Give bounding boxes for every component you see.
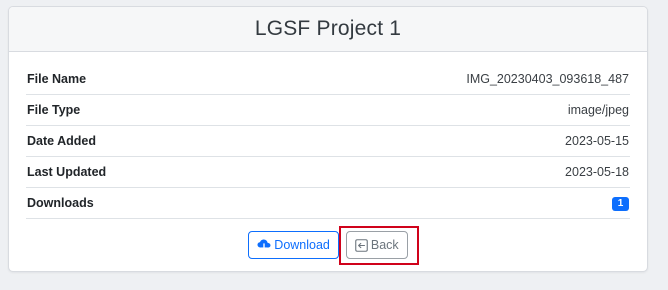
file-type-value: image/jpeg bbox=[225, 94, 630, 126]
card-header: LGSF Project 1 bbox=[9, 7, 647, 52]
downloads-value-cell: 1 bbox=[225, 187, 630, 219]
action-bar: Download Back bbox=[26, 231, 630, 259]
file-name-label: File Name bbox=[26, 64, 226, 95]
date-added-row: Date Added 2023-05-15 bbox=[26, 125, 630, 157]
page-title: LGSF Project 1 bbox=[254, 17, 402, 40]
date-added-value: 2023-05-15 bbox=[225, 125, 630, 157]
downloads-label: Downloads bbox=[26, 187, 226, 219]
file-type-label: File Type bbox=[26, 94, 226, 126]
file-name-row: File Name IMG_20230403_093618_487 bbox=[26, 64, 630, 95]
cloud-download-icon bbox=[257, 239, 271, 251]
file-details-card: LGSF Project 1 File Name IMG_20230403_09… bbox=[8, 6, 648, 272]
last-updated-value: 2023-05-18 bbox=[225, 156, 630, 188]
date-added-label: Date Added bbox=[26, 125, 226, 157]
file-name-value: IMG_20230403_093618_487 bbox=[225, 64, 630, 95]
card-body: File Name IMG_20230403_093618_487 File T… bbox=[9, 52, 647, 259]
downloads-count-badge: 1 bbox=[612, 197, 629, 211]
download-button[interactable]: Download bbox=[248, 231, 339, 259]
last-updated-label: Last Updated bbox=[26, 156, 226, 188]
details-table: File Name IMG_20230403_093618_487 File T… bbox=[26, 64, 630, 219]
file-type-row: File Type image/jpeg bbox=[26, 94, 630, 126]
last-updated-row: Last Updated 2023-05-18 bbox=[26, 156, 630, 188]
download-button-label: Download bbox=[274, 238, 330, 252]
back-button-highlight bbox=[339, 226, 419, 265]
downloads-row: Downloads 1 bbox=[26, 187, 630, 219]
